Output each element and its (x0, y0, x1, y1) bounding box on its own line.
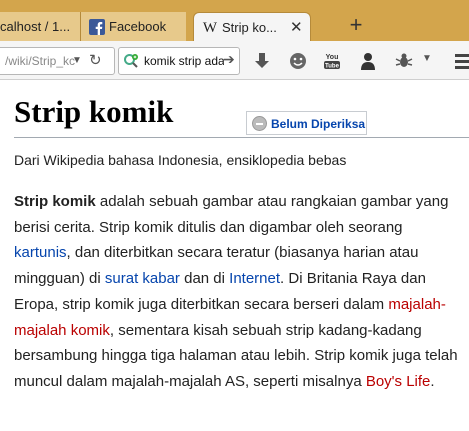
search-go-icon[interactable]: ➔ (223, 51, 235, 68)
emoji-icon[interactable] (288, 51, 308, 71)
url-text: /wiki/Strip_kc (5, 54, 76, 68)
url-bar[interactable]: /wiki/Strip_kc ▼ ↻ (0, 47, 115, 75)
svg-text:You: You (326, 54, 339, 61)
title-divider (14, 137, 469, 138)
tab-localhost[interactable]: calhost / 1... (0, 12, 80, 41)
reload-icon[interactable]: ↻ (89, 51, 102, 69)
review-status-label: Belum Diperiksa (271, 117, 366, 131)
tab-label: Strip ko... (222, 20, 277, 35)
new-tab-button[interactable]: + (344, 14, 368, 38)
status-icon (252, 116, 267, 131)
link-boys-life[interactable]: Boy's Life (366, 373, 431, 390)
article-paragraph: Strip komik adalah sebuah gambar atau ra… (14, 189, 459, 395)
svg-text:Tube: Tube (325, 64, 340, 70)
tab-label: Facebook (109, 19, 167, 34)
tab-facebook[interactable]: Facebook (80, 12, 186, 41)
paragraph-text: dan di (179, 270, 230, 288)
close-tab-icon[interactable]: ✕ (290, 18, 303, 36)
search-input[interactable]: komik strip ada (144, 54, 224, 68)
navigation-toolbar: /wiki/Strip_kc ▼ ↻ komik strip ada ➔ You… (0, 41, 469, 80)
search-engine-icon[interactable] (123, 53, 139, 69)
search-bar[interactable]: komik strip ada ➔ (118, 47, 240, 75)
menu-icon[interactable] (453, 51, 469, 71)
bold-term: Strip komik (14, 193, 96, 210)
tab-strip: calhost / 1... Facebook W Strip ko... ✕ … (0, 0, 469, 42)
wikipedia-icon: W (202, 20, 218, 36)
link-kartunis[interactable]: kartunis (14, 244, 67, 261)
user-icon[interactable] (358, 51, 378, 71)
review-status-badge[interactable]: Belum Diperiksa (246, 111, 367, 135)
link-surat-kabar[interactable]: surat kabar (105, 270, 180, 287)
youtube-icon[interactable]: You Tube (322, 51, 342, 71)
facebook-icon (89, 19, 105, 35)
tab-label: calhost / 1... (0, 19, 71, 34)
url-dropdown-icon[interactable]: ▼ (72, 55, 82, 66)
toolbar-dropdown-icon[interactable]: ▼ (422, 53, 432, 64)
download-icon[interactable] (252, 51, 272, 71)
paragraph-text: . (430, 372, 435, 390)
tab-strip-komik[interactable]: W Strip ko... ✕ (193, 12, 311, 42)
page-title: Strip komik (14, 94, 174, 129)
link-internet[interactable]: Internet (229, 270, 280, 287)
bug-icon[interactable] (394, 51, 414, 71)
site-tagline: Dari Wikipedia bahasa Indonesia, ensiklo… (14, 152, 347, 168)
